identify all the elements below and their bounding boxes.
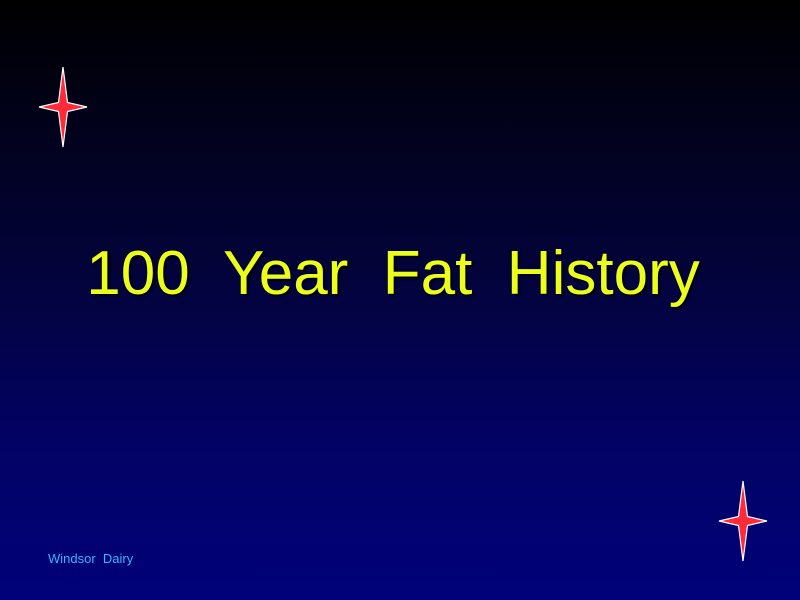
slide-canvas: 100 Year Fat History Windsor Dairy xyxy=(0,0,800,600)
four-point-star-icon xyxy=(718,480,768,562)
footer-label: Windsor Dairy xyxy=(48,551,134,566)
four-point-star-icon xyxy=(38,66,88,148)
slide-title: 100 Year Fat History xyxy=(86,239,700,308)
